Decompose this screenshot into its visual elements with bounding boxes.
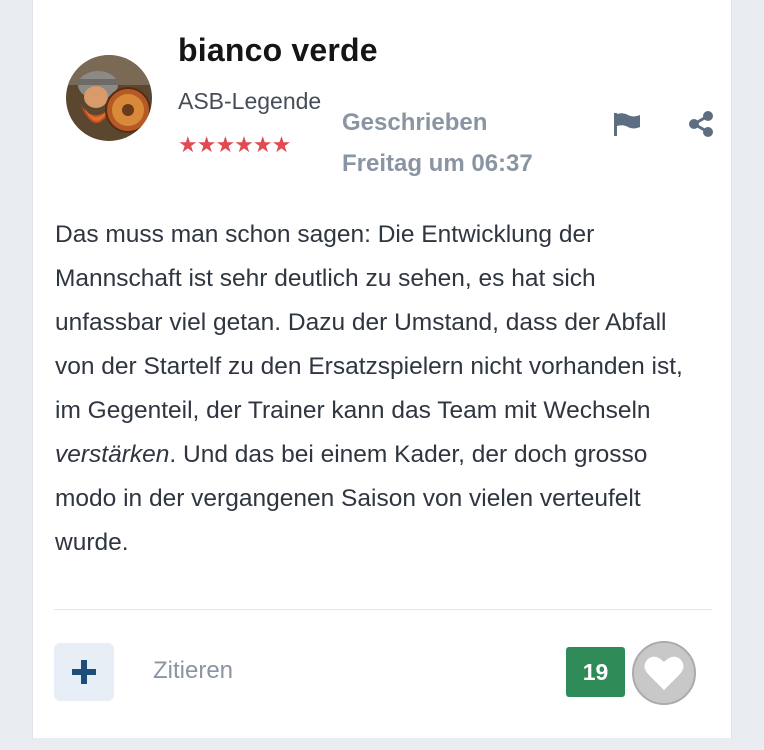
author-rank: ASB-Legende <box>178 88 322 114</box>
like-button[interactable] <box>632 641 696 705</box>
rank-stars: ★★★★★★ <box>178 132 291 157</box>
divider <box>54 609 712 610</box>
post-paragraph: Das muss man schon sagen: Die Entwicklun… <box>55 213 695 565</box>
multiquote-button[interactable] <box>54 643 114 701</box>
page-background-strip <box>0 738 764 750</box>
heart-icon <box>644 656 684 690</box>
post-card: bianco verde ASB-Legende ★★★★★★ Geschrie… <box>32 0 732 738</box>
plus-icon <box>72 660 96 684</box>
post-emphasis: verstärken <box>55 441 170 468</box>
author-name[interactable]: bianco verde <box>178 32 378 69</box>
avatar[interactable] <box>66 55 152 141</box>
posted-label: Geschrieben <box>342 109 488 136</box>
posted-time[interactable]: Freitag um 06:37 <box>342 150 533 178</box>
reaction-count[interactable]: 19 <box>566 647 625 697</box>
post-body: Das muss man schon sagen: Die Entwicklun… <box>55 213 695 565</box>
quote-button[interactable]: Zitieren <box>153 657 233 685</box>
avatar-image <box>66 55 152 141</box>
share-icon[interactable] <box>688 110 714 138</box>
post-text: Das muss man schon sagen: Die Entwicklun… <box>55 221 683 424</box>
flag-icon[interactable] <box>613 112 641 136</box>
